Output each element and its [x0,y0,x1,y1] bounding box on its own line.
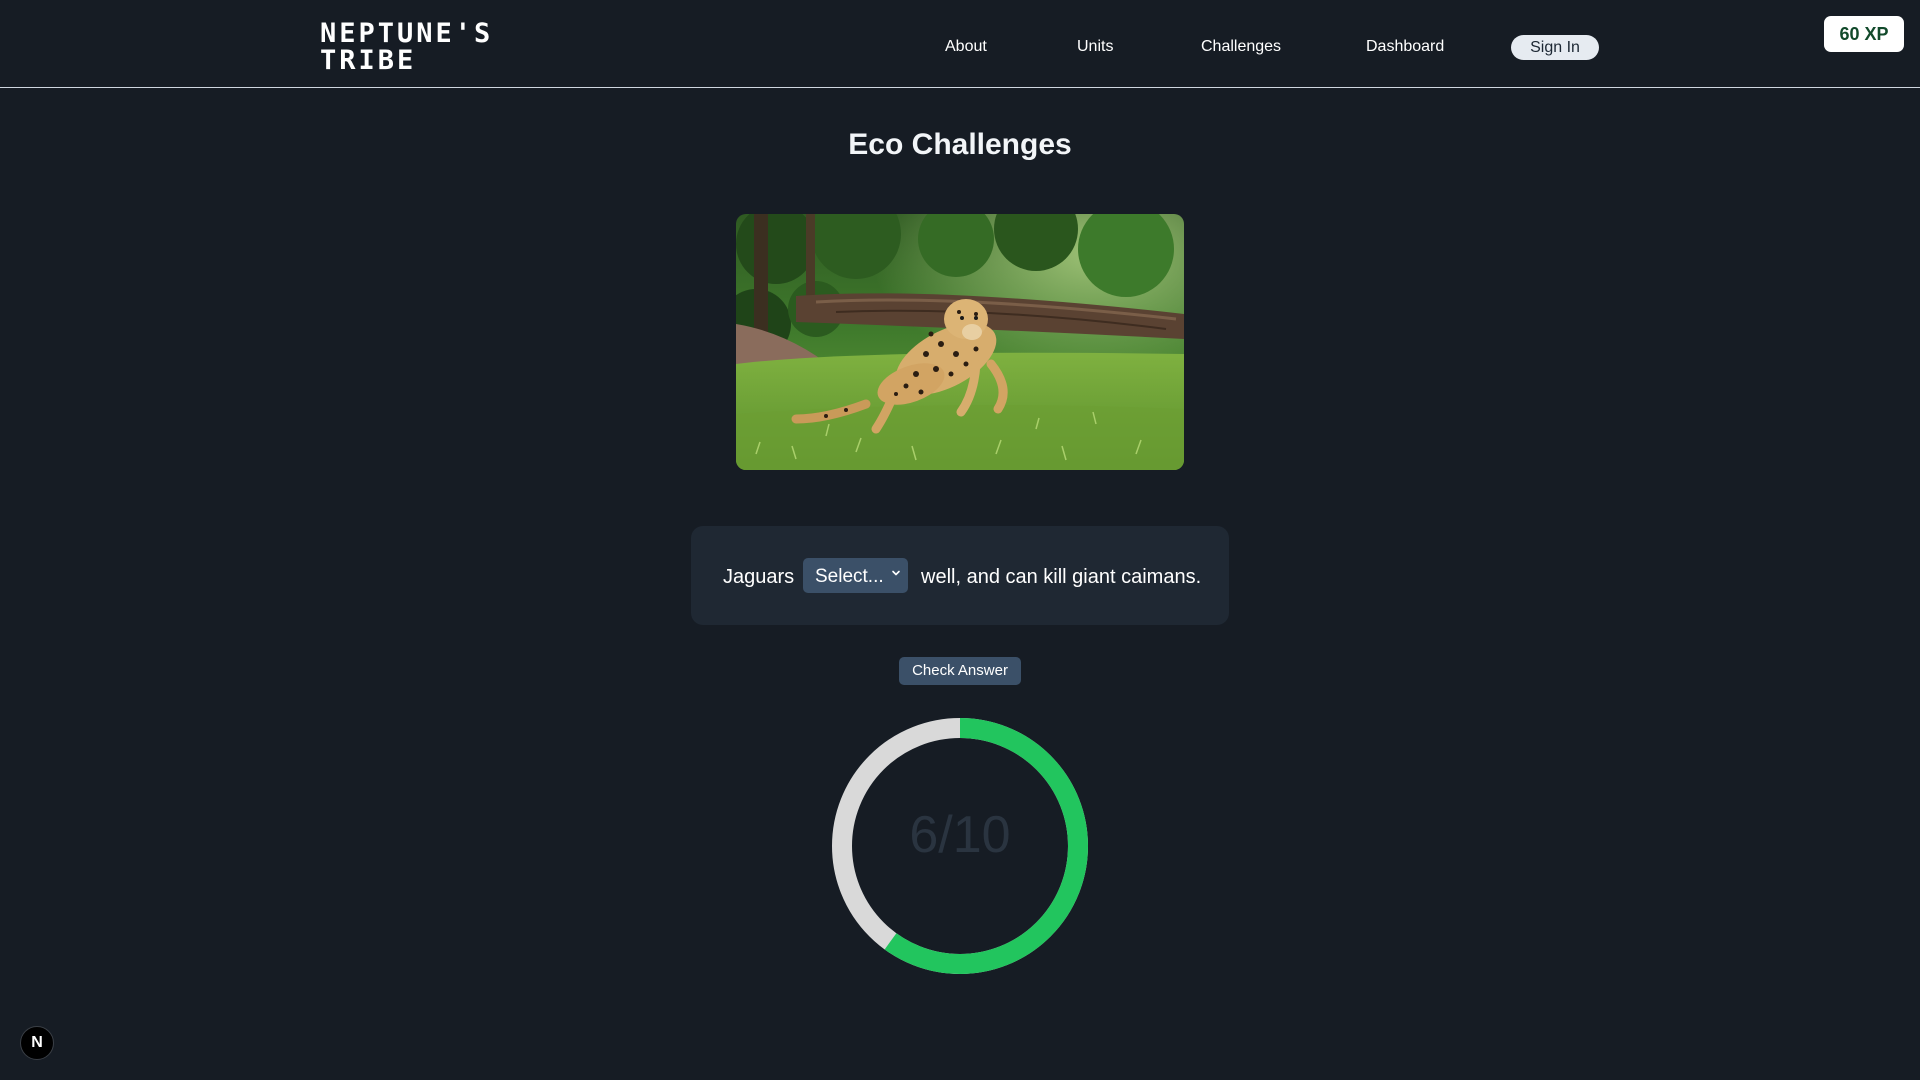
progress-label: 6/10 [909,806,1011,864]
question-prefix: Jaguars [723,566,795,588]
xp-badge: 60 XP [1824,16,1904,52]
question-card: Jaguars well, and can kill giant caimans… [691,526,1229,625]
answer-select-value: Select... [815,566,884,587]
nav-link-units[interactable]: Units [1077,38,1113,56]
chevron-down-icon [892,570,900,576]
answer-select[interactable]: Select... [803,558,908,593]
check-answer-button[interactable]: Check Answer [899,657,1021,685]
nav-link-about[interactable]: About [945,38,987,56]
top-navbar: NEPTUNE'S TRIBE About Units Challenges D… [0,0,1920,88]
nav-link-challenges[interactable]: Challenges [1201,38,1281,56]
neptunes-tribe-logo[interactable]: NEPTUNE'S TRIBE [320,20,500,76]
n-icon[interactable]: N [20,1026,54,1060]
logo-line-1: NEPTUNE'S [320,18,494,49]
logo-line-2: TRIBE [320,45,417,76]
sign-in-button[interactable]: Sign In [1511,35,1599,60]
page-title: Eco Challenges [848,128,1072,161]
cheetah-photo [736,214,1184,470]
question-suffix: well, and can kill giant caimans. [921,566,1202,588]
nav-link-dashboard[interactable]: Dashboard [1366,38,1444,56]
